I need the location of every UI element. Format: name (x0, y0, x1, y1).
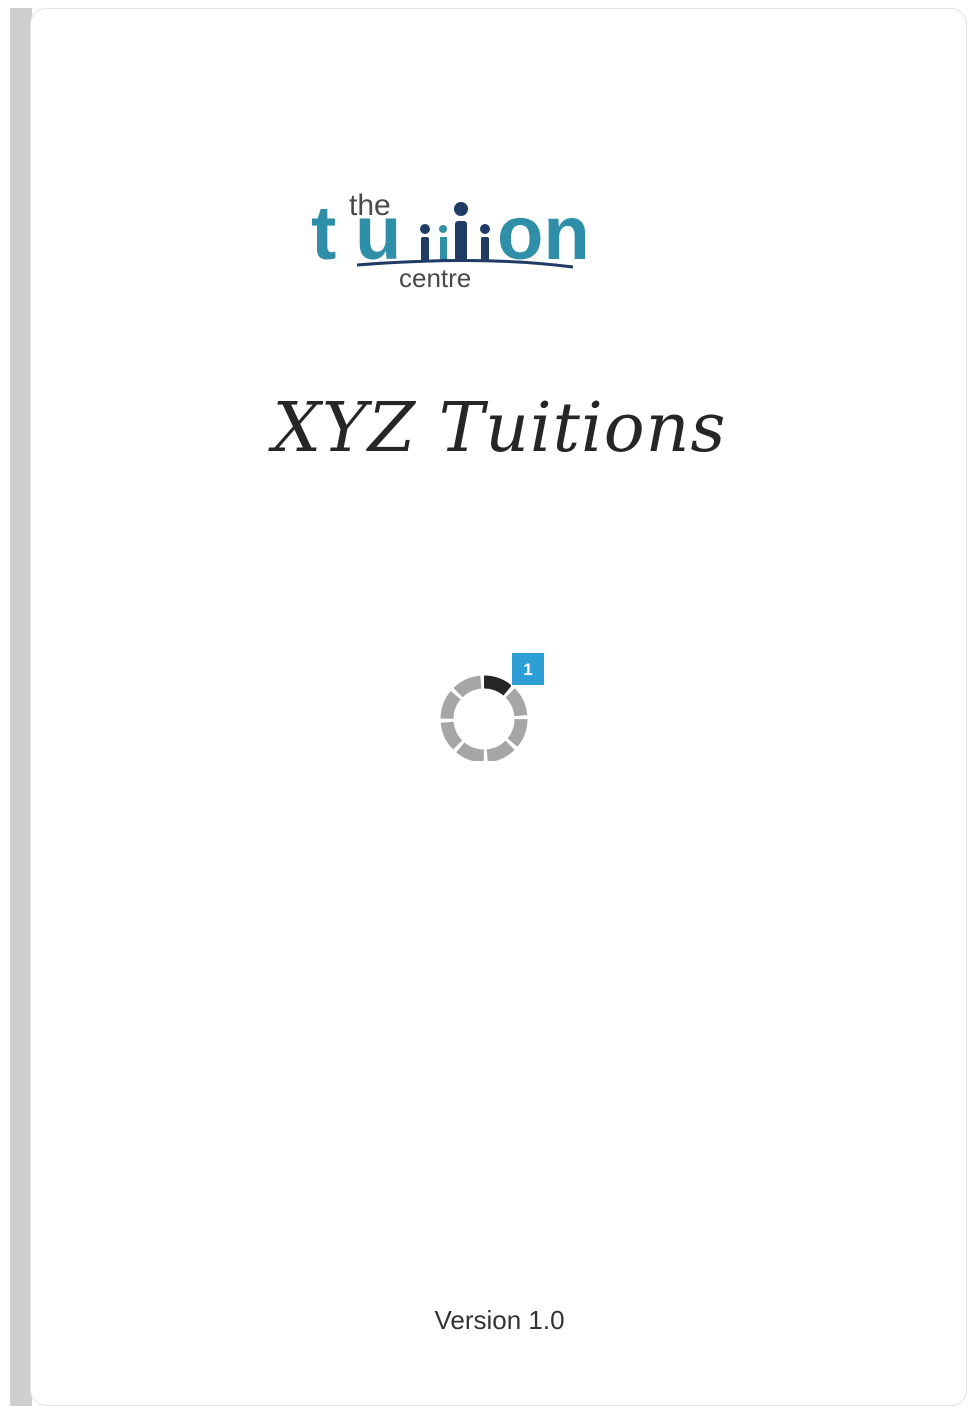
app-title: XYZ Tuitions (272, 389, 727, 468)
logo-letter-i (440, 237, 447, 261)
logo-word-centre: centre (399, 263, 471, 289)
tuition-centre-logo: the t u on centre (311, 189, 590, 289)
scroll-track[interactable] (10, 8, 32, 1406)
logo-letter-t: t (311, 191, 336, 276)
app-window: the t u on centre XYZ Tuitions 1 Version… (0, 0, 969, 1414)
splash-screen: the t u on centre XYZ Tuitions 1 Version… (30, 8, 967, 1406)
spinner-active-segment (440, 675, 528, 761)
logo-letter-i-dot (439, 225, 447, 233)
spinner-track (440, 675, 528, 761)
version-label: Version 1.0 (434, 1305, 565, 1335)
people-icon (420, 202, 490, 261)
step-count-badge: 1 (511, 652, 545, 686)
left-rail (0, 0, 32, 1414)
